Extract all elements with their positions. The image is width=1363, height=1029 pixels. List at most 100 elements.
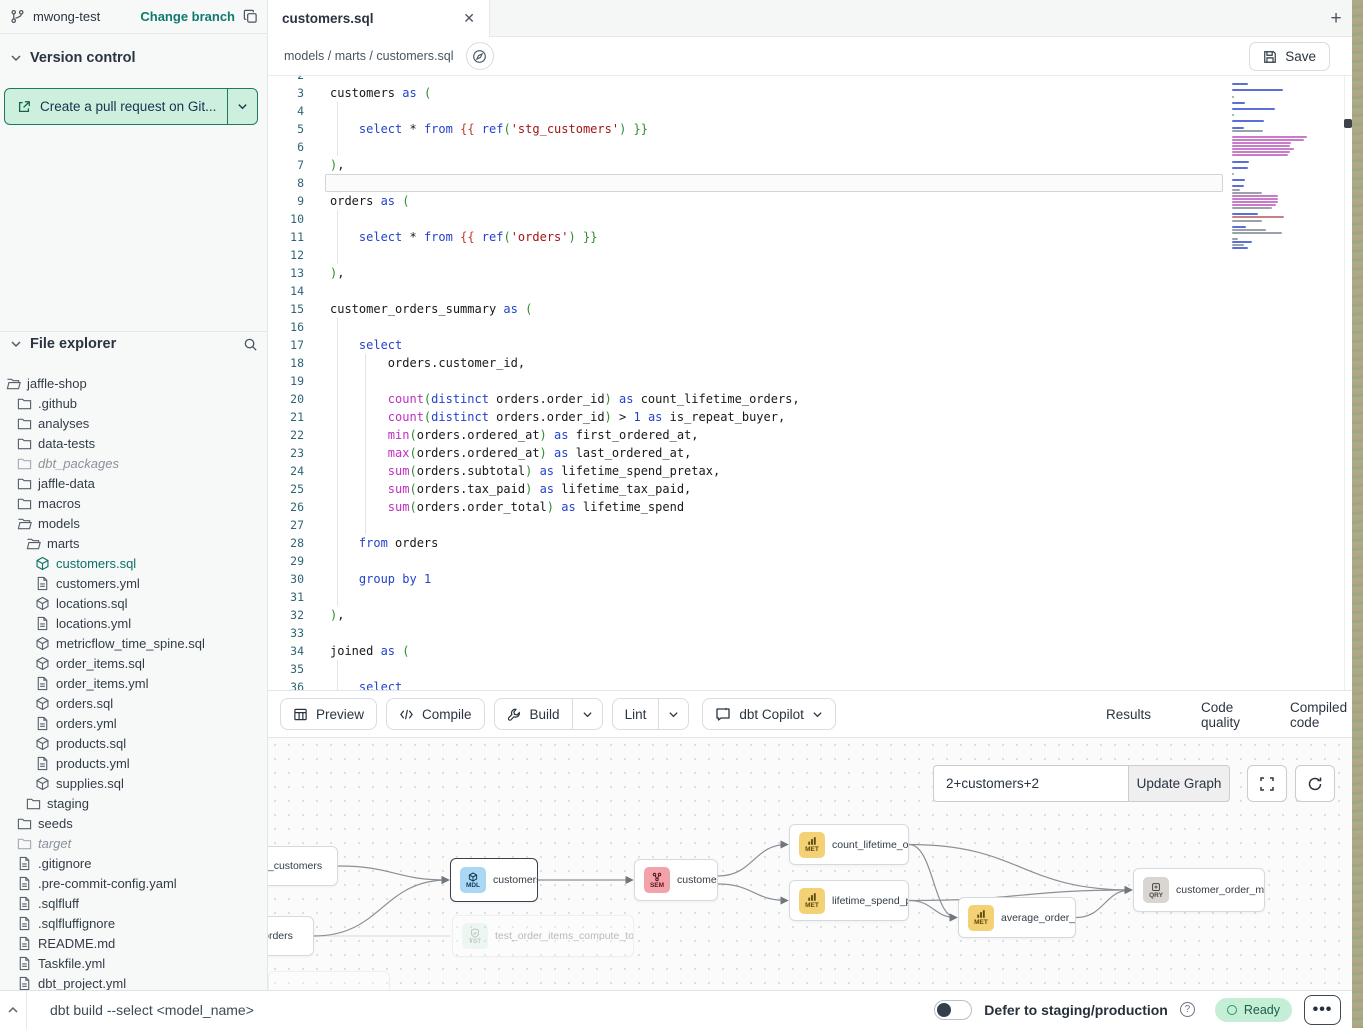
editor-scrollbar-thumb[interactable] [1344, 119, 1352, 128]
code-line-2[interactable] [312, 76, 1344, 84]
refresh-icon[interactable] [1295, 765, 1335, 802]
status-badge[interactable]: Ready [1215, 998, 1292, 1022]
tree-item--gitignore[interactable]: .gitignore [0, 853, 268, 873]
compile-button[interactable]: Compile [386, 698, 485, 730]
code-line-25[interactable]: sum(orders.tax_paid) as lifetime_tax_pai… [312, 480, 1344, 498]
code-line-11[interactable]: select * from {{ ref('orders') }} [312, 228, 1344, 246]
command-input[interactable]: dbt build --select <model_name> [50, 1002, 254, 1018]
code-line-3[interactable]: customers as ( [312, 84, 1344, 102]
lineage-node-stg-customers[interactable]: stg_customers [268, 846, 338, 886]
tree-item-order-items-sql[interactable]: order_items.sql [0, 653, 268, 673]
tree-item--sqlfluff[interactable]: .sqlfluff [0, 893, 268, 913]
code-line-6[interactable] [312, 138, 1344, 156]
code-line-32[interactable]: ), [312, 606, 1344, 624]
tree-item-metricflow-time-spine-sql[interactable]: metricflow_time_spine.sql [0, 633, 268, 653]
tree-item-locations-sql[interactable]: locations.sql [0, 593, 268, 613]
code-line-8[interactable] [312, 174, 1344, 192]
tree-item-products-yml[interactable]: products.yml [0, 753, 268, 773]
code-line-7[interactable]: ), [312, 156, 1344, 174]
code-line-10[interactable] [312, 210, 1344, 228]
close-icon[interactable]: ✕ [463, 10, 475, 27]
tree-item-dbt-packages[interactable]: dbt_packages [0, 453, 268, 473]
tab-customers-sql[interactable]: customers.sql ✕ [268, 0, 490, 37]
lint-button[interactable]: Lint [613, 699, 659, 729]
copilot-icon[interactable] [466, 42, 494, 70]
more-options-button[interactable]: ••• [1304, 995, 1341, 1025]
tab-compiled-code[interactable]: Compiled code [1284, 691, 1353, 738]
tree-item-marts[interactable]: marts [0, 533, 268, 553]
code-line-31[interactable] [312, 588, 1344, 606]
create-pr-button[interactable]: Create a pull request on Git... [4, 88, 258, 125]
code-line-20[interactable]: count(distinct orders.order_id) as count… [312, 390, 1344, 408]
search-icon[interactable] [243, 337, 258, 352]
tree-item-data-tests[interactable]: data-tests [0, 433, 268, 453]
tree-item-supplies-sql[interactable]: supplies.sql [0, 773, 268, 793]
code-line-29[interactable] [312, 552, 1344, 570]
lineage-node-orders[interactable]: orders [268, 916, 314, 956]
tree-item-models[interactable]: models [0, 513, 268, 533]
lint-dropdown[interactable] [658, 699, 688, 729]
tree-item-customers-yml[interactable]: customers.yml [0, 573, 268, 593]
tree-item-orders-sql[interactable]: orders.sql [0, 693, 268, 713]
lineage-node-lifetime-spend-pretax[interactable]: METlifetime_spend_pretax [789, 880, 909, 921]
new-tab-button[interactable]: + [1322, 5, 1350, 33]
code-line-27[interactable] [312, 516, 1344, 534]
code-line-23[interactable]: max(orders.ordered_at) as last_ordered_a… [312, 444, 1344, 462]
tree-item-taskfile-yml[interactable]: Taskfile.yml [0, 953, 268, 973]
tab-results[interactable]: Results [1100, 691, 1157, 738]
code-line-26[interactable]: sum(orders.order_total) as lifetime_spen… [312, 498, 1344, 516]
tab-code-quality[interactable]: Code quality [1195, 691, 1246, 738]
lineage-node-test-order-items[interactable]: TSTtest_order_items_compute_to_bools... [452, 915, 634, 957]
code-line-34[interactable]: joined as ( [312, 642, 1344, 660]
defer-toggle[interactable] [934, 1000, 972, 1020]
code-line-30[interactable]: group by 1 [312, 570, 1344, 588]
code-line-22[interactable]: min(orders.ordered_at) as first_ordered_… [312, 426, 1344, 444]
code-line-36[interactable]: select [312, 678, 1344, 690]
code-line-13[interactable]: ), [312, 264, 1344, 282]
fullscreen-icon[interactable] [1247, 765, 1287, 802]
tree-item--pre-commit-config-yaml[interactable]: .pre-commit-config.yaml [0, 873, 268, 893]
preview-button[interactable]: Preview [280, 698, 377, 730]
lineage-selector-input[interactable] [933, 765, 1128, 802]
tree-item-macros[interactable]: macros [0, 493, 268, 513]
tree-item-seeds[interactable]: seeds [0, 813, 268, 833]
dbt-copilot-button[interactable]: dbt Copilot [702, 698, 836, 730]
tree-item-locations-yml[interactable]: locations.yml [0, 613, 268, 633]
tree-item-orders-yml[interactable]: orders.yml [0, 713, 268, 733]
tree-item-jaffle-shop[interactable]: jaffle-shop [0, 373, 268, 393]
collapse-panel-icon[interactable] [0, 991, 27, 1029]
build-button[interactable]: Build [495, 699, 572, 729]
tree-item--github[interactable]: .github [0, 393, 268, 413]
code-line-14[interactable] [312, 282, 1344, 300]
code-line-28[interactable]: from orders [312, 534, 1344, 552]
code-line-15[interactable]: customer_orders_summary as ( [312, 300, 1344, 318]
code-line-4[interactable] [312, 102, 1344, 120]
tree-item-target[interactable]: target [0, 833, 268, 853]
build-dropdown[interactable] [572, 699, 602, 729]
tree-item-staging[interactable]: staging [0, 793, 268, 813]
lineage-node-customer-order-metrics[interactable]: QRYcustomer_order_metrics [1133, 868, 1265, 912]
lineage-node-partial-node[interactable] [268, 971, 390, 990]
file-explorer-header[interactable]: File explorer [0, 332, 268, 356]
help-icon[interactable]: ? [1180, 1002, 1195, 1017]
code-line-35[interactable] [312, 660, 1344, 678]
tree-item-products-sql[interactable]: products.sql [0, 733, 268, 753]
create-pr-dropdown[interactable] [227, 89, 257, 124]
lineage-canvas[interactable]: Update Graph stg_customersordersMDLcusto… [268, 738, 1352, 990]
tree-item-jaffle-data[interactable]: jaffle-data [0, 473, 268, 493]
code-editor[interactable]: 23customers as (45 select * from {{ ref(… [268, 76, 1352, 690]
update-graph-button[interactable]: Update Graph [1128, 765, 1230, 802]
lineage-node-count-lifetime-orders[interactable]: METcount_lifetime_orders [789, 824, 909, 865]
change-branch-link[interactable]: Change branch [140, 9, 235, 24]
code-line-18[interactable]: orders.customer_id, [312, 354, 1344, 372]
code-line-19[interactable] [312, 372, 1344, 390]
version-control-header[interactable]: Version control [0, 46, 268, 70]
tree-item-dbt-project-yml[interactable]: dbt_project.yml [0, 973, 268, 990]
tree-item-analyses[interactable]: analyses [0, 413, 268, 433]
code-line-33[interactable] [312, 624, 1344, 642]
lineage-node-customers-semantic[interactable]: SEMcustomers [634, 859, 718, 901]
tree-item-readme-md[interactable]: README.md [0, 933, 268, 953]
code-line-16[interactable] [312, 318, 1344, 336]
tree-item-order-items-yml[interactable]: order_items.yml [0, 673, 268, 693]
save-button[interactable]: Save [1249, 42, 1330, 71]
